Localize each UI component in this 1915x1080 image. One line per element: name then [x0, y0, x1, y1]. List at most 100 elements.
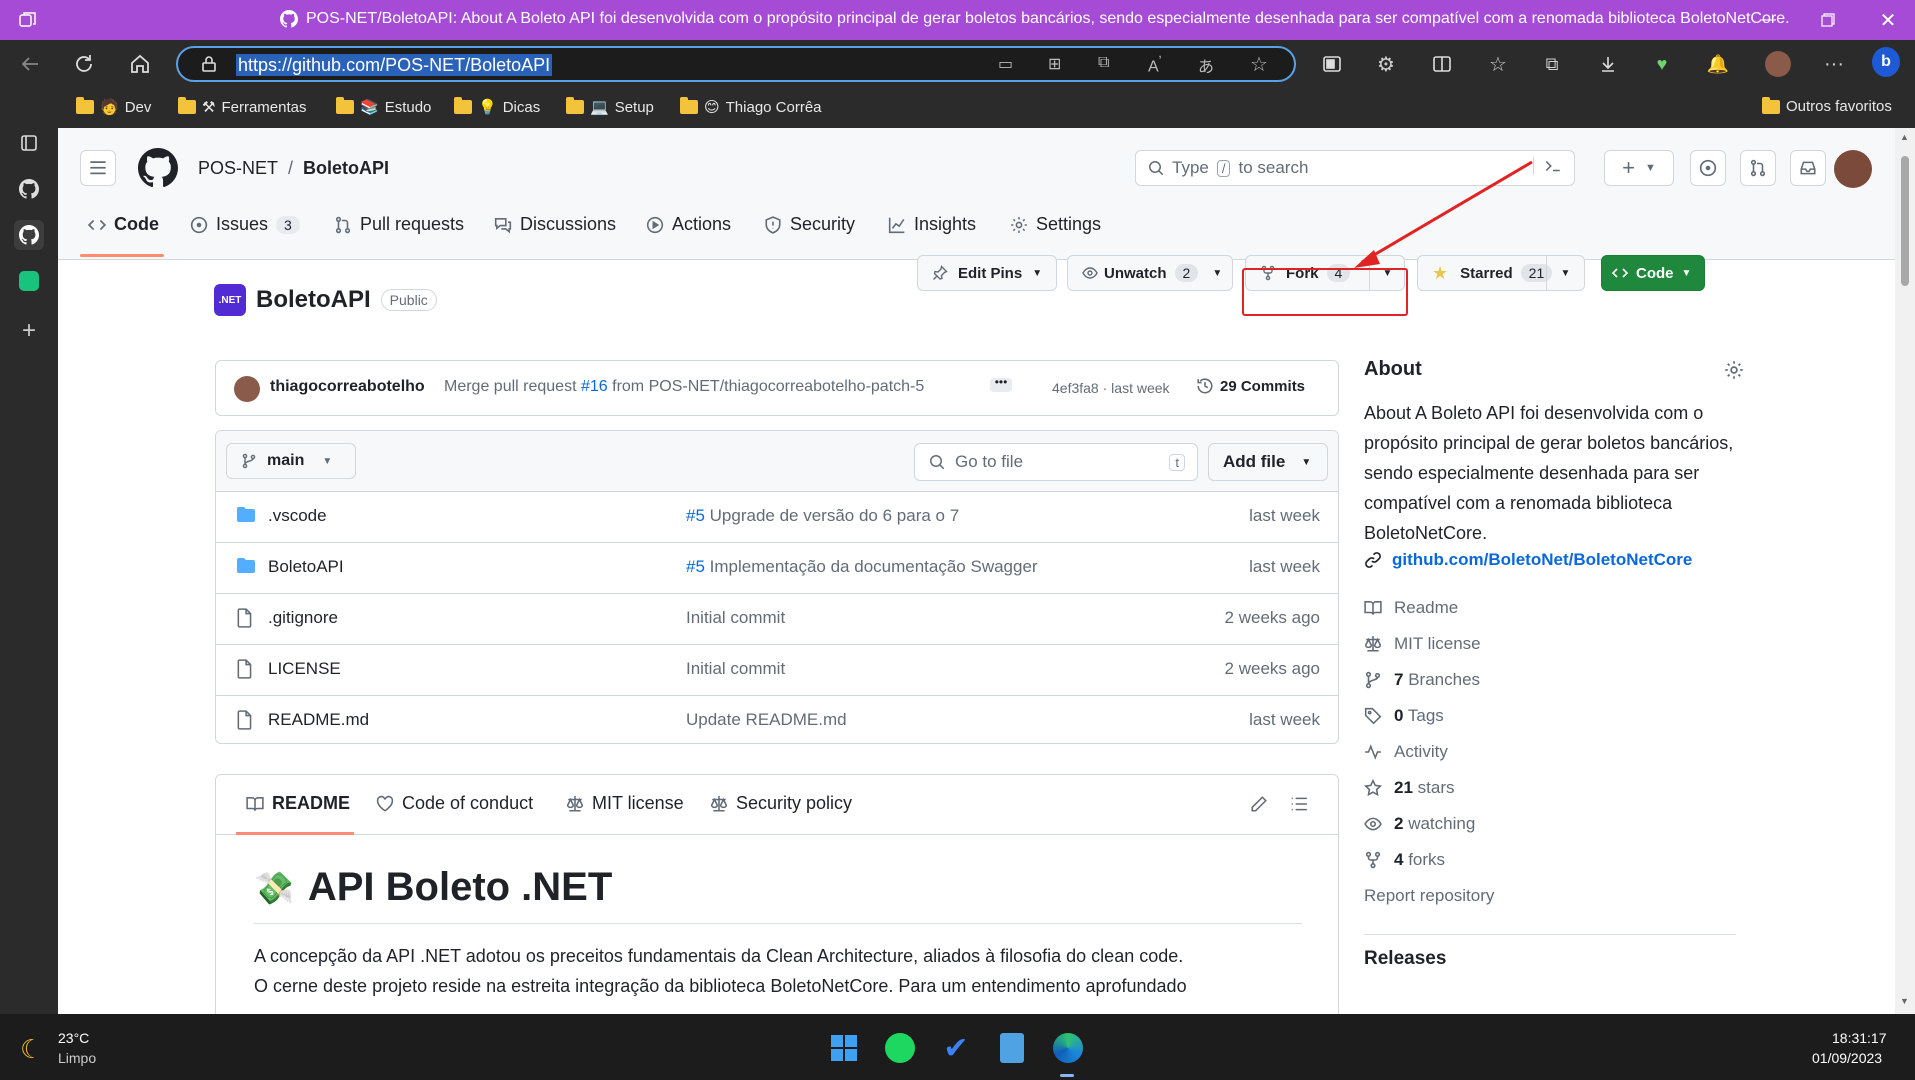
- repo-link[interactable]: BoletoAPI: [303, 158, 389, 179]
- notifications-icon[interactable]: 🔔: [1704, 50, 1732, 78]
- pencil-edit-icon[interactable]: [1250, 795, 1268, 813]
- tab-code[interactable]: Code: [88, 214, 159, 235]
- todo-check-icon[interactable]: ✔: [938, 1030, 974, 1066]
- file-row[interactable]: BoletoAPI #5 Implementação da documentaç…: [216, 542, 1338, 593]
- outline-list-icon[interactable]: [1290, 795, 1308, 813]
- readme-tab-security-policy[interactable]: Security policy: [710, 793, 852, 814]
- file-row[interactable]: README.md Update README.md last week: [216, 695, 1338, 743]
- refresh-icon[interactable]: [70, 50, 98, 78]
- hamburger-menu-button[interactable]: [80, 150, 116, 186]
- bookmark-folder[interactable]: 😊 Thiago Corrêa: [680, 97, 822, 116]
- apps-icon[interactable]: ⊞: [1048, 54, 1061, 74]
- clock-date[interactable]: 01/09/2023: [1812, 1050, 1882, 1066]
- pr-link[interactable]: #16: [581, 378, 608, 395]
- owner-link[interactable]: POS-NET: [198, 158, 278, 179]
- page-scrollbar[interactable]: ▲ ▼: [1895, 128, 1915, 1014]
- bookmark-folder[interactable]: 💻 Setup: [566, 97, 654, 116]
- commit-sha[interactable]: 4ef3fa8: [1052, 380, 1099, 396]
- about-activity[interactable]: Activity: [1364, 742, 1448, 762]
- file-name[interactable]: .vscode: [268, 506, 327, 526]
- commit-author-avatar[interactable]: [234, 376, 260, 402]
- download-icon[interactable]: [1594, 50, 1622, 78]
- favorite-star-icon[interactable]: ☆: [1250, 52, 1268, 77]
- file-name[interactable]: BoletoAPI: [268, 557, 344, 577]
- edge-browser-icon[interactable]: [1050, 1030, 1086, 1066]
- clock-time[interactable]: 18:31:17: [1832, 1030, 1887, 1046]
- back-icon[interactable]: [16, 50, 44, 78]
- profile-avatar-icon[interactable]: [1764, 50, 1792, 78]
- unwatch-button[interactable]: Unwatch 2 ▼: [1067, 255, 1233, 291]
- minimize-icon[interactable]: —: [1756, 8, 1780, 32]
- report-repository-link[interactable]: Report repository: [1364, 886, 1494, 906]
- translate-icon[interactable]: あ: [1198, 53, 1214, 77]
- copilot-icon[interactable]: b: [1872, 47, 1900, 77]
- home-icon[interactable]: [126, 50, 154, 78]
- bookmark-folder[interactable]: 💡 Dicas: [454, 97, 540, 116]
- branch-selector[interactable]: main ▼: [226, 443, 356, 479]
- puzzle-extensions-icon[interactable]: ⚙: [1372, 50, 1400, 78]
- commit-author[interactable]: thiagocorreabotelho: [270, 378, 425, 396]
- close-icon[interactable]: ✕: [1876, 8, 1900, 32]
- collections-icon[interactable]: ⧉: [1538, 50, 1566, 78]
- readme-tab-code-of-conduct[interactable]: Code of conduct: [376, 793, 533, 814]
- windows-start-icon[interactable]: [826, 1030, 862, 1066]
- ellipsis-expand-icon[interactable]: •••: [990, 376, 1012, 392]
- bookmark-folder[interactable]: 📚 Estudo: [336, 97, 431, 116]
- tab-discussions[interactable]: Discussions: [494, 214, 616, 235]
- user-avatar[interactable]: [1834, 150, 1872, 188]
- tab-issues[interactable]: Issues 3: [190, 214, 300, 235]
- repo-name[interactable]: BoletoAPI: [256, 286, 371, 314]
- issues-button[interactable]: [1690, 150, 1726, 186]
- file-name[interactable]: LICENSE: [268, 659, 341, 679]
- workspaces-icon[interactable]: [18, 10, 38, 30]
- split-tab-icon[interactable]: [1428, 50, 1456, 78]
- performance-icon[interactable]: ♥: [1648, 50, 1676, 78]
- about-settings-gear-icon[interactable]: [1724, 360, 1744, 380]
- bookmark-folder[interactable]: 🧑 Dev: [76, 97, 151, 116]
- file-commit-message[interactable]: #5 Implementação da documentação Swagger: [686, 557, 1038, 577]
- pull-requests-button[interactable]: [1740, 150, 1776, 186]
- favorites-icon[interactable]: ☆: [1484, 50, 1512, 78]
- starred-button[interactable]: ★ Starred 21 ▼: [1417, 255, 1585, 291]
- go-to-file-input[interactable]: Go to file t: [914, 443, 1198, 481]
- create-new-button[interactable]: + ▼: [1604, 150, 1674, 186]
- extensions-icon[interactable]: ⧉: [1098, 54, 1109, 72]
- spotify-icon[interactable]: [882, 1030, 918, 1066]
- app-available-icon[interactable]: ▭: [998, 54, 1013, 74]
- releases-heading[interactable]: Releases: [1364, 948, 1446, 970]
- read-aloud-icon[interactable]: Aʼ: [1148, 53, 1162, 76]
- tab-insights[interactable]: Insights: [888, 214, 976, 235]
- about-forks[interactable]: 4 forks: [1364, 850, 1445, 870]
- github-tab-active-icon[interactable]: [14, 220, 44, 250]
- about-tags[interactable]: 0 Tags: [1364, 706, 1444, 726]
- file-commit-message[interactable]: #5 Upgrade de versão do 6 para o 7: [686, 506, 959, 526]
- file-commit-message[interactable]: Initial commit: [686, 608, 785, 628]
- scroll-up-icon[interactable]: ▲: [1900, 132, 1909, 142]
- add-tab-icon[interactable]: +: [14, 316, 44, 346]
- tab-pull-requests[interactable]: Pull requests: [334, 214, 464, 235]
- chatgpt-tab-icon[interactable]: [14, 266, 44, 296]
- file-row[interactable]: .vscode #5 Upgrade de versão do 6 para o…: [216, 491, 1338, 542]
- scrollbar-thumb[interactable]: [1901, 156, 1909, 286]
- split-screen-icon[interactable]: [1318, 50, 1346, 78]
- readme-tab-readme[interactable]: README: [246, 793, 350, 814]
- other-favorites[interactable]: Outros favoritos: [1762, 96, 1892, 115]
- bookmark-folder[interactable]: ⚒ Ferramentas: [178, 97, 306, 116]
- file-row[interactable]: .gitignore Initial commit 2 weeks ago: [216, 593, 1338, 644]
- file-commit-message[interactable]: Update README.md: [686, 710, 847, 730]
- readme-tab-license[interactable]: MIT license: [566, 793, 684, 814]
- commit-message[interactable]: Merge pull request #16 from POS-NET/thia…: [444, 378, 924, 396]
- moon-weather-icon[interactable]: ☾: [20, 1034, 43, 1065]
- github-logo-icon[interactable]: [138, 148, 178, 188]
- tab-actions-icon[interactable]: [14, 128, 44, 158]
- url-text[interactable]: https://github.com/POS-NET/BoletoAPI: [236, 54, 553, 76]
- scroll-down-icon[interactable]: ▼: [1900, 996, 1909, 1006]
- weather-condition[interactable]: Limpo: [58, 1050, 96, 1066]
- lock-icon[interactable]: [200, 55, 218, 73]
- star-dropdown-chevron-icon[interactable]: ▼: [1546, 256, 1584, 290]
- about-license[interactable]: MIT license: [1364, 634, 1481, 654]
- more-menu-icon[interactable]: ···: [1820, 50, 1848, 78]
- notepad-icon[interactable]: [994, 1030, 1030, 1066]
- tab-security[interactable]: Security: [764, 214, 855, 235]
- commits-link[interactable]: 29 Commits: [1196, 377, 1305, 395]
